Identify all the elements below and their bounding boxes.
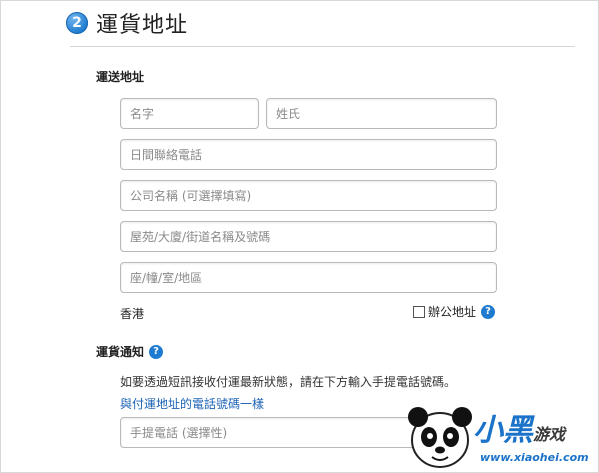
office-address-option[interactable]: 辦公地址 ? bbox=[413, 303, 496, 320]
unit-district-field[interactable]: 座/幢/室/地區 bbox=[120, 262, 497, 293]
notification-title-text: 運貨通知 bbox=[96, 345, 145, 359]
watermark-logo: 小黑 游戏 www.xiaohei.com bbox=[400, 395, 599, 473]
first-name-field[interactable]: 名字 bbox=[120, 98, 259, 129]
watermark-main-text: 小黑 bbox=[473, 413, 533, 448]
last-name-field[interactable]: 姓氏 bbox=[266, 98, 497, 129]
mobile-phone-field[interactable]: 手提電話 (選擇性) bbox=[120, 417, 420, 448]
notification-section-title: 運貨通知 ? bbox=[96, 343, 164, 360]
help-icon[interactable]: ? bbox=[481, 304, 496, 319]
watermark-url: www.xiaohei.com bbox=[480, 451, 589, 464]
daytime-phone-field[interactable]: 日間聯絡電話 bbox=[120, 139, 497, 170]
shipping-section-title: 運送地址 bbox=[96, 70, 145, 84]
help-icon[interactable]: ? bbox=[149, 344, 164, 359]
page-title: 運貨地址 bbox=[96, 13, 189, 38]
office-address-checkbox[interactable] bbox=[413, 305, 425, 318]
same-as-shipping-phone-link[interactable]: 與付運地址的電話號碼一樣 bbox=[120, 395, 264, 412]
notification-description: 如要透過短訊接收付運最新狀態，請在下方輸入手提電話號碼。 bbox=[120, 375, 457, 389]
watermark-sub-text: 游戏 bbox=[533, 425, 566, 444]
office-address-label: 辦公地址 bbox=[428, 305, 477, 319]
company-name-field[interactable]: 公司名稱 (可選擇填寫) bbox=[120, 180, 497, 211]
street-address-field[interactable]: 屋苑/大廈/街道名稱及號碼 bbox=[120, 221, 497, 252]
step-header: 2 運貨地址 bbox=[66, 6, 188, 40]
panda-mascot-icon bbox=[408, 407, 472, 468]
header-divider bbox=[70, 46, 575, 47]
region-label: 香港 bbox=[120, 307, 145, 321]
step-number-badge: 2 bbox=[66, 12, 88, 34]
